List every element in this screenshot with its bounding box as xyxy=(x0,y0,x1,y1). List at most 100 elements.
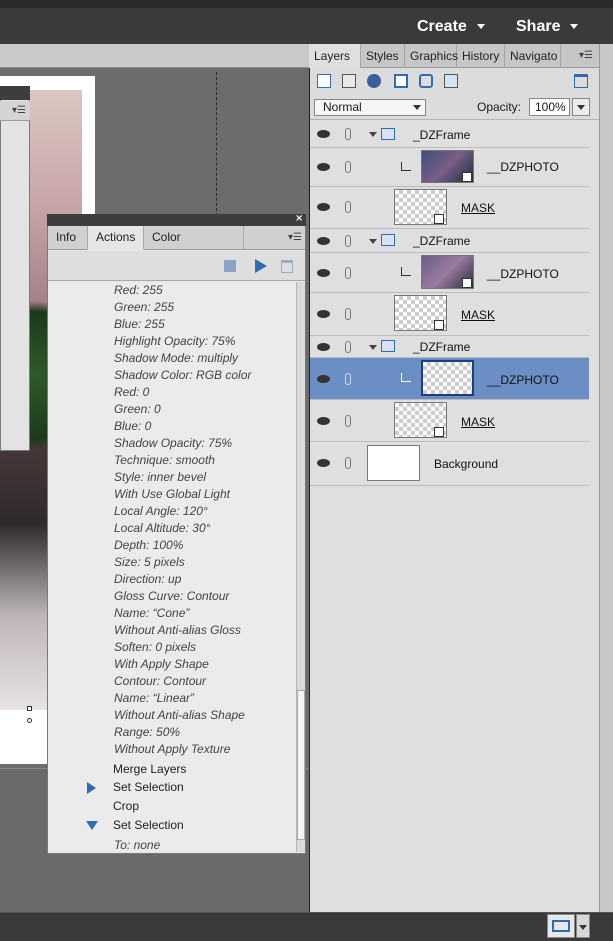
list-item[interactable]: Depth: 100% xyxy=(114,538,183,552)
eye-icon[interactable] xyxy=(317,343,330,351)
rotate-handle[interactable] xyxy=(27,718,32,723)
create-button[interactable]: Create xyxy=(417,18,485,36)
list-item[interactable]: Highlight Opacity: 75% xyxy=(114,334,235,348)
chevron-down-icon[interactable] xyxy=(369,239,377,244)
list-item[interactable]: With Apply Shape xyxy=(114,657,209,671)
trash-icon[interactable] xyxy=(281,260,293,273)
action-set-selection[interactable]: Set Selection xyxy=(113,818,184,832)
list-item[interactable]: Red: 255 xyxy=(114,283,163,297)
link-icon[interactable] xyxy=(345,308,351,320)
list-item[interactable]: Size: 5 pixels xyxy=(114,555,185,569)
adjustment-layer-icon[interactable] xyxy=(367,74,381,88)
trash-icon[interactable] xyxy=(574,74,588,88)
link-icon[interactable] xyxy=(345,201,351,213)
list-item[interactable]: Shadow Color: RGB color xyxy=(114,368,251,382)
layer-mask-icon[interactable] xyxy=(394,74,408,88)
layer-row-group[interactable]: _DZFrame xyxy=(310,121,589,148)
tab-history[interactable]: History xyxy=(457,44,505,68)
list-item[interactable]: Gloss Curve: Contour xyxy=(114,589,229,603)
blend-mode-select[interactable]: Normal xyxy=(314,99,426,116)
tab-styles[interactable]: Styles xyxy=(361,44,405,68)
tab-graphics[interactable]: Graphics xyxy=(405,44,458,68)
link-icon[interactable] xyxy=(345,457,351,469)
new-group-icon[interactable] xyxy=(342,74,356,88)
list-item[interactable]: Style: inner bevel xyxy=(114,470,206,484)
list-item[interactable]: Red: 0 xyxy=(114,385,149,399)
layer-row[interactable]: Background xyxy=(310,442,589,486)
eye-icon[interactable] xyxy=(317,310,330,318)
actions-list[interactable]: Red: 255 Green: 255 Blue: 255 Highlight … xyxy=(48,282,296,852)
panel-menu-icon[interactable]: ▾☰ xyxy=(288,232,302,243)
eye-icon[interactable] xyxy=(317,130,330,138)
list-item[interactable]: Blue: 0 xyxy=(114,419,151,433)
list-item[interactable]: Soften: 0 pixels xyxy=(114,640,196,654)
stop-icon[interactable] xyxy=(224,260,236,272)
layer-row-group[interactable]: _DZFrame xyxy=(310,229,589,253)
list-item[interactable]: Green: 0 xyxy=(114,402,161,416)
list-item[interactable]: Local Altitude: 30° xyxy=(114,521,210,535)
eye-icon[interactable] xyxy=(317,375,330,383)
list-item[interactable]: Shadow Opacity: 75% xyxy=(114,436,232,450)
play-icon[interactable] xyxy=(255,259,267,273)
opacity-input[interactable]: 100% xyxy=(529,98,570,116)
list-item[interactable]: Shadow Mode: multiply xyxy=(114,351,238,365)
tab-layers[interactable]: Layers xyxy=(309,44,361,68)
layer-row[interactable]: __DZPHOTO xyxy=(310,148,589,187)
link-icon[interactable] xyxy=(345,128,351,140)
lock-transparent-icon[interactable] xyxy=(444,74,458,88)
list-item[interactable]: Technique: smooth xyxy=(114,453,215,467)
panel-layout-dropdown[interactable] xyxy=(576,914,590,938)
action-set-selection[interactable]: Set Selection xyxy=(113,780,184,794)
chevron-down-icon[interactable] xyxy=(369,345,377,350)
eye-icon[interactable] xyxy=(317,237,330,245)
transform-handle[interactable] xyxy=(27,706,32,711)
layer-row[interactable]: MASK xyxy=(310,187,589,229)
panel-title-bar[interactable] xyxy=(0,86,30,100)
tab-actions[interactable]: Actions xyxy=(88,226,144,250)
panel-menu-icon[interactable]: ▾☰ xyxy=(579,50,593,61)
eye-icon[interactable] xyxy=(317,459,330,467)
list-item[interactable]: Green: 255 xyxy=(114,300,174,314)
chevron-down-icon[interactable] xyxy=(369,132,377,137)
lock-icon[interactable] xyxy=(419,74,433,88)
layer-row-selected[interactable]: __DZPHOTO xyxy=(310,358,589,400)
scrollbar-thumb[interactable] xyxy=(297,690,305,840)
eye-icon[interactable] xyxy=(317,203,330,211)
action-crop[interactable]: Crop xyxy=(113,799,139,813)
link-icon[interactable] xyxy=(345,341,351,353)
tab-color-swatches[interactable]: Color Swatches xyxy=(144,226,244,267)
eye-icon[interactable] xyxy=(317,417,330,425)
list-item[interactable]: Range: 50% xyxy=(114,725,180,739)
layer-row[interactable]: MASK xyxy=(310,400,589,442)
share-button[interactable]: Share xyxy=(516,18,579,36)
link-icon[interactable] xyxy=(345,415,351,427)
layer-row-group[interactable]: _DZFrame xyxy=(310,336,589,358)
list-item[interactable]: Without Anti-alias Shape xyxy=(114,708,245,722)
list-item[interactable]: Without Apply Texture xyxy=(114,742,230,756)
eye-icon[interactable] xyxy=(317,269,330,277)
list-item[interactable]: To: none xyxy=(114,838,160,852)
new-layer-icon[interactable] xyxy=(317,74,331,88)
list-item[interactable]: Contour: Contour xyxy=(114,674,206,688)
layer-row[interactable]: __DZPHOTO xyxy=(310,253,589,293)
tab-info[interactable]: Info xyxy=(48,226,88,250)
action-merge-layers[interactable]: Merge Layers xyxy=(113,762,186,776)
link-icon[interactable] xyxy=(345,161,351,173)
list-item[interactable]: With Use Global Light xyxy=(114,487,230,501)
list-item[interactable]: Local Angle: 120° xyxy=(114,504,208,518)
list-item[interactable]: Without Anti-alias Gloss xyxy=(114,623,241,637)
opacity-dropdown-button[interactable] xyxy=(572,98,590,116)
tab-navigator[interactable]: Navigato xyxy=(505,44,561,68)
layers-scrollbar[interactable] xyxy=(599,44,613,912)
collapse-arrow-icon[interactable] xyxy=(86,821,98,830)
link-icon[interactable] xyxy=(345,373,351,385)
link-icon[interactable] xyxy=(345,267,351,279)
close-icon[interactable]: × xyxy=(295,213,303,224)
actions-panel-title-bar[interactable]: × xyxy=(47,213,306,226)
panel-menu-icon[interactable]: ▾☰ xyxy=(12,105,26,116)
expand-arrow-icon[interactable] xyxy=(87,782,96,794)
link-icon[interactable] xyxy=(345,235,351,247)
list-item[interactable]: Name: “Linear” xyxy=(114,691,194,705)
list-item[interactable]: Blue: 255 xyxy=(114,317,165,331)
list-item[interactable]: Name: “Cone” xyxy=(114,606,189,620)
